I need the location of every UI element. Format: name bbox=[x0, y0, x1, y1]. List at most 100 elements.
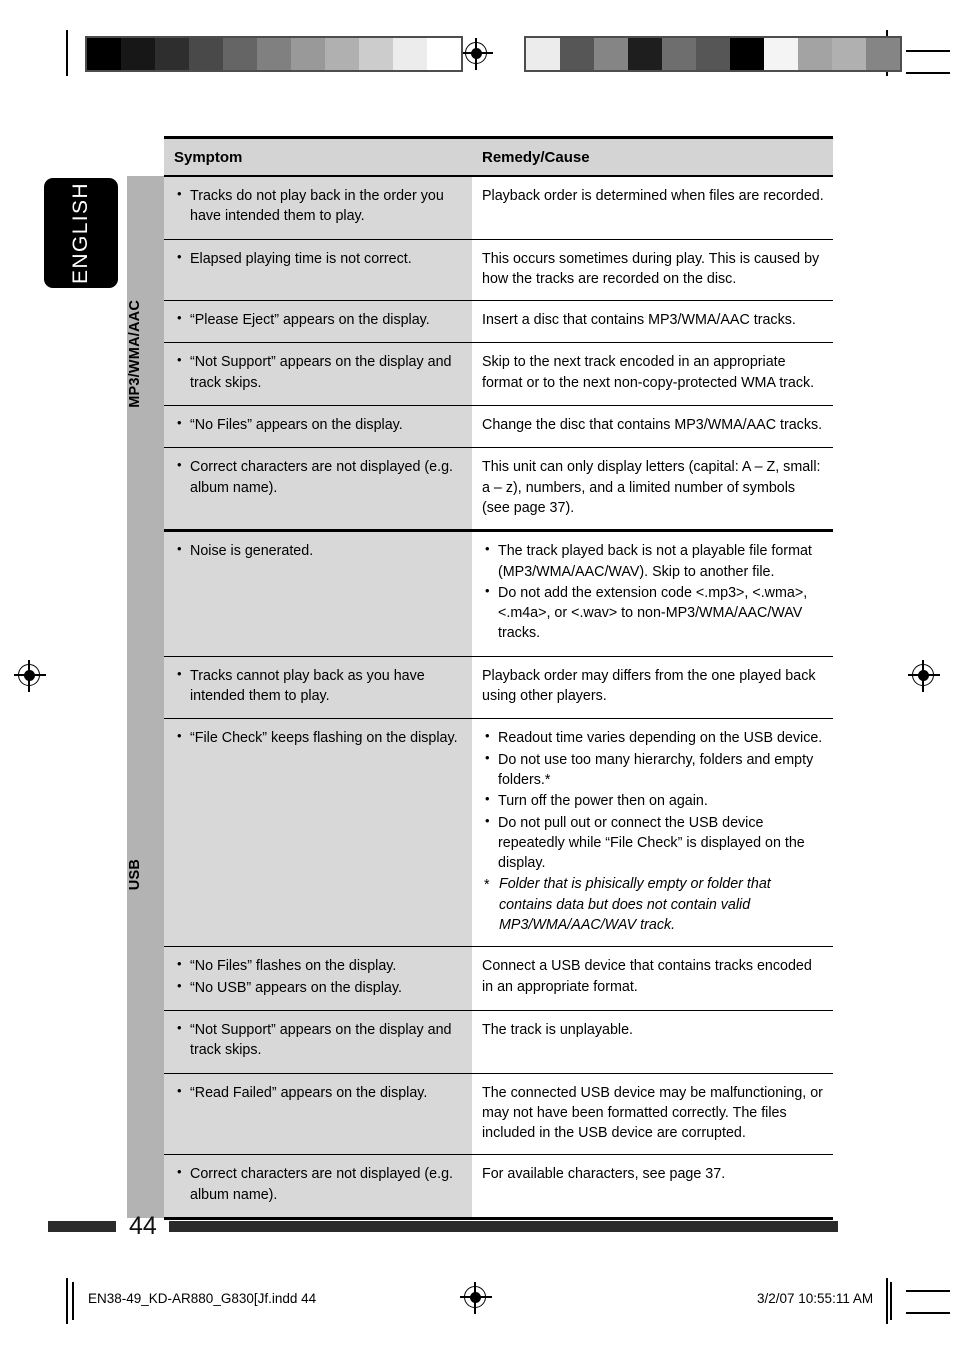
remedy-text: This unit can only display letters (capi… bbox=[482, 459, 821, 516]
remedy-cell: Insert a disc that contains MP3/WMA/AAC … bbox=[472, 300, 833, 344]
table-row: Correct characters are not displayed (e.… bbox=[127, 447, 833, 533]
list-item: “Not Support” appears on the display and… bbox=[174, 1019, 460, 1061]
category-cell-mp3-wma-aac: MP3/WMA/AAC bbox=[127, 176, 164, 531]
list-item: Do not pull out or connect the USB devic… bbox=[482, 812, 825, 874]
list-item: Turn off the power then on again. bbox=[482, 790, 825, 811]
remedy-cell: The track is unplayable. bbox=[472, 1010, 833, 1074]
troubleshooting-table-wrapper: Symptom Remedy/Cause MP3/WMA/AAC Tracks d… bbox=[127, 136, 833, 1220]
remedy-text: Change the disc that contains MP3/WMA/AA… bbox=[482, 417, 823, 434]
list-item: “No USB” appears on the display. bbox=[174, 977, 460, 998]
list-item: “File Check” keeps flashing on the displ… bbox=[174, 727, 460, 748]
remedy-text: The connected USB device may be malfunct… bbox=[482, 1084, 823, 1142]
crop-mark-top-left-vertical bbox=[66, 30, 68, 76]
remedy-cell: Playback order may differs from the one … bbox=[472, 656, 833, 720]
table-row: “Read Failed” appears on the display. The… bbox=[127, 1073, 833, 1156]
remedy-cell: Skip to the next track encoded in an app… bbox=[472, 342, 833, 407]
grayscale-step-wedge-right bbox=[524, 36, 902, 72]
column-header-remedy: Remedy/Cause bbox=[472, 136, 833, 177]
symptom-list: Noise is generated. bbox=[174, 540, 460, 561]
grayscale-swatch bbox=[393, 38, 427, 70]
page-bar-left-rule bbox=[48, 1220, 116, 1232]
symptom-list: “File Check” keeps flashing on the displ… bbox=[174, 727, 460, 748]
list-item: Readout time varies depending on the USB… bbox=[482, 727, 825, 748]
symptom-list: “Please Eject” appears on the display. bbox=[174, 309, 460, 330]
grayscale-swatch bbox=[155, 38, 189, 70]
page-number-bar: 44 bbox=[48, 1213, 838, 1238]
grayscale-swatch bbox=[764, 38, 798, 70]
symptom-cell: “Please Eject” appears on the display. bbox=[164, 300, 472, 344]
list-item: Do not use too many hierarchy, folders a… bbox=[482, 749, 825, 791]
table-row: “Please Eject” appears on the display. In… bbox=[127, 300, 833, 344]
table-row: “No Files” appears on the display. Change… bbox=[127, 405, 833, 449]
grayscale-swatch bbox=[628, 38, 662, 70]
symptom-cell: Correct characters are not displayed (e.… bbox=[164, 1154, 472, 1220]
crop-mark-right-upper-horizontal bbox=[906, 50, 950, 52]
imposition-left-rule bbox=[72, 1282, 74, 1320]
list-item: Tracks do not play back in the order you… bbox=[174, 185, 460, 227]
symptom-cell: “Not Support” appears on the display and… bbox=[164, 342, 472, 407]
page-bar-right-rule bbox=[168, 1220, 838, 1232]
table-row: “Not Support” appears on the display and… bbox=[127, 1010, 833, 1074]
symptom-list: Correct characters are not displayed (e.… bbox=[174, 1163, 460, 1205]
list-item: “Read Failed” appears on the display. bbox=[174, 1081, 460, 1103]
remedy-text: This occurs sometimes during play. This … bbox=[482, 250, 820, 287]
remedy-cell: Change the disc that contains MP3/WMA/AA… bbox=[472, 405, 833, 449]
symptom-cell: “File Check” keeps flashing on the displ… bbox=[164, 718, 472, 948]
list-item: Elapsed playing time is not correct. bbox=[174, 248, 460, 269]
symptom-cell: Tracks do not play back in the order you… bbox=[164, 176, 472, 240]
grayscale-swatch bbox=[798, 38, 832, 70]
list-item: Do not add the extension code <.mp3>, <.… bbox=[482, 582, 825, 644]
remedy-cell: Readout time varies depending on the USB… bbox=[472, 718, 833, 948]
remedy-text: Skip to the next track encoded in an app… bbox=[482, 354, 815, 391]
grayscale-swatch bbox=[594, 38, 628, 70]
remedy-text: Playback order may differs from the one … bbox=[482, 667, 816, 705]
symptom-cell: Tracks cannot play back as you have inte… bbox=[164, 656, 472, 720]
grayscale-swatch bbox=[696, 38, 730, 70]
troubleshooting-table: Symptom Remedy/Cause MP3/WMA/AAC Tracks d… bbox=[127, 136, 833, 1220]
list-item: “Please Eject” appears on the display. bbox=[174, 309, 460, 330]
registration-dot bbox=[470, 47, 482, 59]
grayscale-swatch bbox=[560, 38, 594, 70]
list-item: The track played back is not a playable … bbox=[482, 540, 825, 582]
symptom-list: “Not Support” appears on the display and… bbox=[174, 351, 460, 393]
grayscale-swatch bbox=[223, 38, 257, 70]
symptom-cell: Noise is generated. bbox=[164, 530, 472, 657]
list-item: Tracks cannot play back as you have inte… bbox=[174, 665, 460, 707]
remedy-footnote: Folder that is phisically empty or folde… bbox=[482, 874, 825, 935]
grayscale-swatch bbox=[662, 38, 696, 70]
imposition-timestamp: 3/2/07 10:55:11 AM bbox=[757, 1291, 874, 1306]
symptom-list: Tracks do not play back in the order you… bbox=[174, 185, 460, 227]
registration-dot bbox=[23, 669, 35, 681]
category-cell-usb: USB bbox=[127, 530, 164, 1219]
table-row: Correct characters are not displayed (e.… bbox=[127, 1154, 833, 1220]
remedy-cell: For available characters, see page 37. bbox=[472, 1154, 833, 1220]
remedy-cell: This occurs sometimes during play. This … bbox=[472, 239, 833, 302]
grayscale-swatch bbox=[866, 38, 900, 70]
grayscale-swatch bbox=[87, 38, 121, 70]
remedy-cell: The connected USB device may be malfunct… bbox=[472, 1073, 833, 1156]
remedy-list: The track played back is not a playable … bbox=[482, 540, 825, 644]
column-header-symptom: Symptom bbox=[164, 136, 472, 177]
symptom-list: Correct characters are not displayed (e.… bbox=[174, 456, 460, 498]
remedy-list: Readout time varies depending on the USB… bbox=[482, 727, 825, 874]
category-label: MP3/WMA/AAC bbox=[127, 299, 143, 408]
registration-dot bbox=[917, 669, 929, 681]
table-header-row: Symptom Remedy/Cause bbox=[127, 136, 833, 177]
remedy-text: For available characters, see page 37. bbox=[482, 1166, 726, 1183]
table-row: Tracks cannot play back as you have inte… bbox=[127, 656, 833, 720]
grayscale-swatch bbox=[526, 38, 560, 70]
table-row: Elapsed playing time is not correct. This… bbox=[127, 239, 833, 302]
category-header-blank bbox=[127, 137, 164, 176]
grayscale-swatch bbox=[832, 38, 866, 70]
table-row: “Not Support” appears on the display and… bbox=[127, 342, 833, 407]
imposition-file-name: EN38-49_KD-AR880_G830[Jf.indd 44 bbox=[88, 1291, 317, 1306]
grayscale-swatch bbox=[189, 38, 223, 70]
crop-mark-right-lower-horizontal bbox=[906, 72, 950, 74]
list-item: “Not Support” appears on the display and… bbox=[174, 351, 460, 393]
list-item: Noise is generated. bbox=[174, 540, 460, 561]
grayscale-swatch bbox=[291, 38, 325, 70]
registration-target-top-center bbox=[461, 38, 493, 70]
symptom-cell: “Not Support” appears on the display and… bbox=[164, 1010, 472, 1074]
grayscale-step-wedge-left bbox=[85, 36, 463, 72]
remedy-cell: Connect a USB device that contains track… bbox=[472, 946, 833, 1011]
